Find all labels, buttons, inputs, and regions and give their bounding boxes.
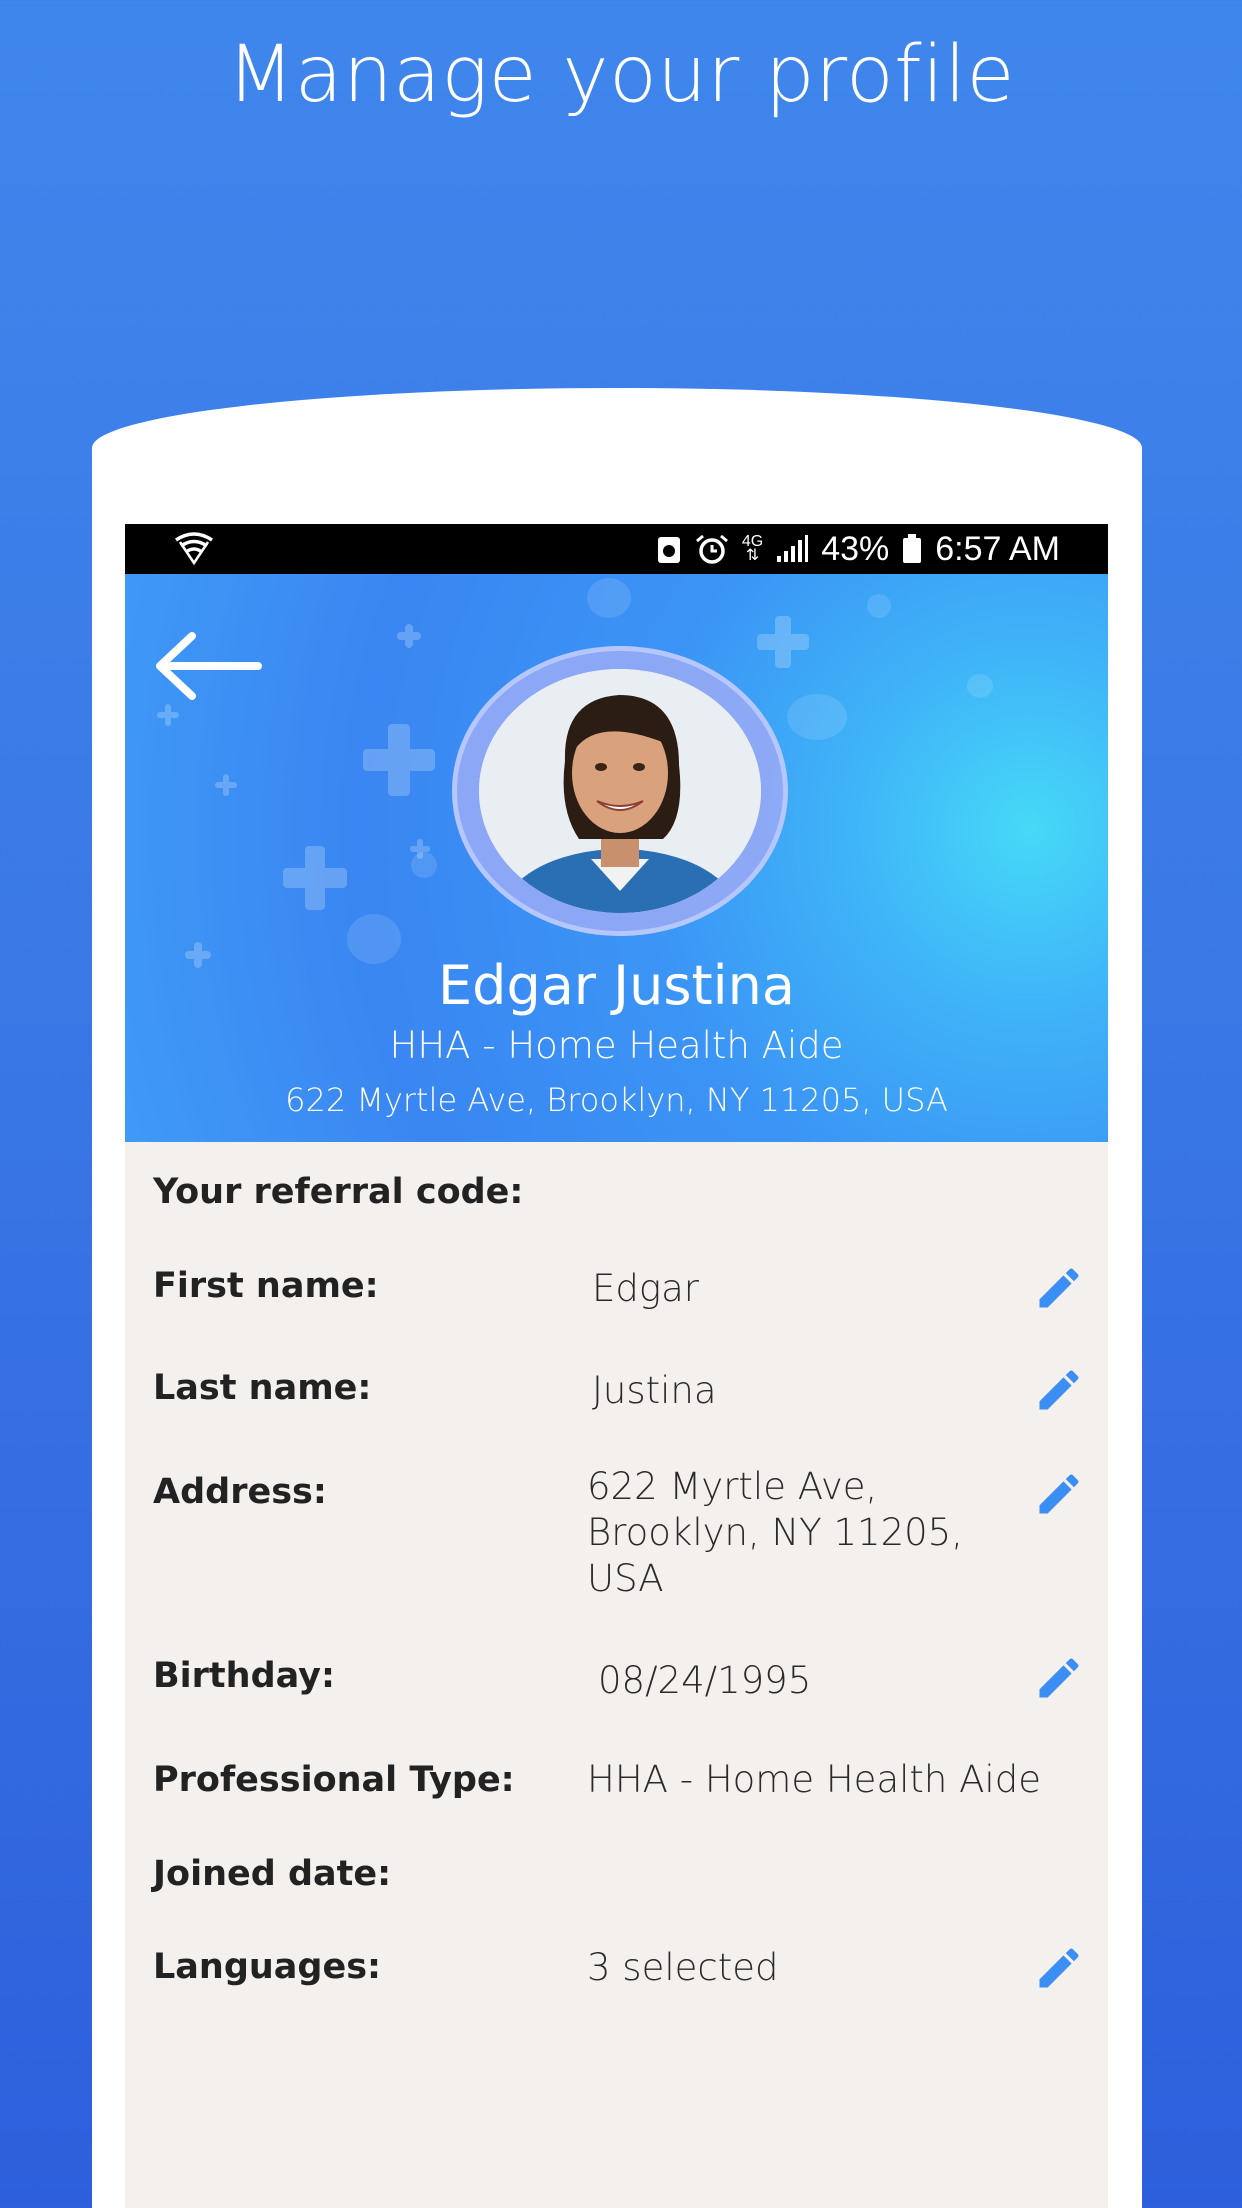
address-line: USA [587, 1557, 664, 1600]
decor-cross [397, 624, 421, 648]
back-button[interactable] [151, 630, 263, 702]
decor-bubble [867, 594, 891, 618]
decor-cross [363, 724, 435, 796]
network-type-icon: 4G ⇅ [741, 533, 764, 564]
languages-label: Languages: [153, 1947, 382, 1987]
battery-saver-icon [656, 534, 682, 564]
birthday-value: 08/24/1995 [598, 1659, 812, 1702]
status-time: 6:57 AM [935, 529, 1060, 568]
decor-cross [283, 846, 347, 910]
last-name-label: Last name: [153, 1368, 372, 1408]
promo-title: Manage your profile [227, 30, 1015, 120]
first-name-value: Edgar [592, 1267, 699, 1310]
battery-percent: 43% [821, 529, 890, 568]
address-line: Brooklyn, NY 11205, [587, 1511, 963, 1554]
decor-cross [215, 774, 237, 796]
address-value: 622 Myrtle Ave, Brooklyn, NY 11205, USA [587, 1464, 963, 1602]
back-arrow-icon [156, 632, 262, 700]
signal-icon [775, 534, 809, 564]
professional-type-label: Professional Type: [153, 1760, 515, 1800]
profile-address: 622 Myrtle Ave, Brooklyn, NY 11205, USA [285, 1081, 948, 1119]
edit-languages-pencil-icon[interactable] [1033, 1942, 1085, 1994]
decor-bubble [967, 674, 993, 698]
avatar[interactable] [479, 669, 761, 913]
edit-address-pencil-icon[interactable] [1033, 1468, 1085, 1520]
joined-date-label: Joined date: [153, 1854, 392, 1894]
address-label: Address: [153, 1472, 327, 1512]
battery-icon [901, 534, 923, 564]
status-bar: 4G ⇅ 43% 6:57 AM [125, 524, 1108, 574]
avatar-ring [452, 646, 788, 936]
profile-type: HHA - Home Health Aide [389, 1024, 844, 1067]
decor-cross [757, 616, 809, 668]
edit-birthday-pencil-icon[interactable] [1033, 1652, 1085, 1704]
referral-code-label: Your referral code: [153, 1172, 524, 1212]
last-name-value: Justina [592, 1369, 717, 1412]
decor-bubble [787, 694, 847, 740]
languages-value: 3 selected [587, 1946, 779, 1989]
profile-header: Edgar Justina HHA - Home Health Aide 622… [125, 574, 1108, 1142]
edit-first-name-pencil-icon[interactable] [1033, 1262, 1085, 1314]
alarm-icon [694, 533, 730, 565]
address-line: 622 Myrtle Ave, [587, 1465, 878, 1508]
professional-type-value: HHA - Home Health Aide [587, 1758, 1041, 1801]
profile-name: Edgar Justina [438, 954, 795, 1017]
phone-screen: 4G ⇅ 43% 6:57 AM Edgar Justina HHA - Hom… [125, 524, 1108, 2208]
edit-last-name-pencil-icon[interactable] [1033, 1364, 1085, 1416]
wifi-shield-icon [173, 532, 215, 566]
first-name-label: First name: [153, 1266, 379, 1306]
decor-bubble [411, 852, 437, 878]
birthday-label: Birthday: [153, 1656, 335, 1696]
decor-bubble [587, 578, 631, 618]
decor-cross [157, 704, 179, 726]
